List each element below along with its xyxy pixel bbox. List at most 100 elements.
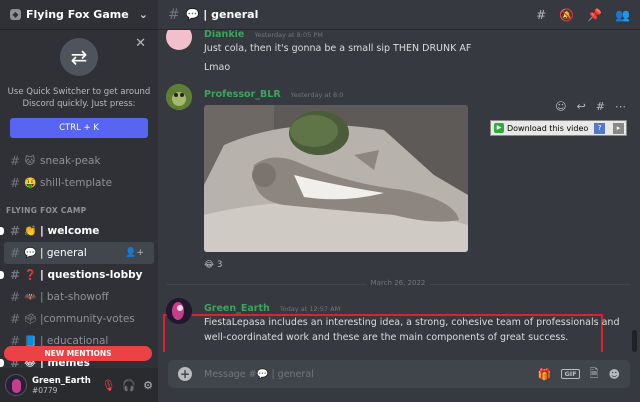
category-label: FLYING FOX CAMP	[6, 205, 87, 215]
channel-sidebar: ◆ Flying Fox Game ⌄ ✕ ⇄ Use Quick Switch…	[0, 0, 158, 402]
hash-icon: #	[10, 154, 21, 168]
laugh-emoji: 😂	[204, 260, 214, 270]
scrollbar[interactable]	[632, 330, 637, 352]
user-avatar-icon	[166, 298, 192, 324]
channel-emoji: ❓	[24, 269, 37, 281]
help-icon[interactable]: ?	[594, 122, 606, 134]
avatar[interactable]	[166, 298, 192, 324]
message-timestamp: Today at 12:57 AM	[279, 305, 341, 313]
message-text: Just cola, then it's gonna be a small si…	[204, 43, 472, 54]
server-name: Flying Fox Game	[26, 8, 129, 21]
user-tag: #0779	[32, 385, 58, 395]
channel-emoji: 👏	[24, 225, 37, 237]
message-text: Lmao	[204, 62, 231, 73]
hash-icon: #	[10, 176, 21, 190]
hash-icon: #	[168, 6, 180, 23]
hash-icon: #	[10, 312, 21, 326]
reaction-count: 3	[216, 260, 223, 270]
message-author[interactable]: Professor_BLR	[204, 89, 281, 100]
chat-area: # 💬 | general # 🔕 📌 👥 Diankie Yesterday …	[158, 0, 640, 402]
category-flying-fox-camp[interactable]: FLYING FOX CAMP	[0, 200, 158, 220]
channel-emoji: 🦇	[24, 291, 37, 303]
ballot-icon: 🗳	[24, 313, 37, 325]
unread-indicator	[0, 359, 4, 367]
message-timestamp: Yesterday at 8:0	[290, 91, 344, 99]
unread-indicator	[0, 227, 4, 235]
headphones-icon[interactable]: 🎧	[122, 379, 136, 392]
channel-shill-template[interactable]: # 🤑 shill-template	[0, 172, 158, 194]
channel-emoji: 🐱	[24, 155, 36, 167]
channel-label: shill-template	[40, 177, 113, 189]
avatar[interactable]	[166, 84, 192, 110]
message-text: FiestaLepasa includes an interesting ide…	[204, 317, 620, 343]
invite-user-icon[interactable]: 👤+	[125, 248, 144, 258]
channel-bat-showoff[interactable]: # 🦇 | bat-showoff	[0, 286, 158, 308]
channel-label: sneak-peak	[40, 155, 101, 167]
channel-general[interactable]: # 💬 | general 👤+	[4, 242, 154, 264]
channel-sneak-peak[interactable]: # 🐱 sneak-peak	[0, 150, 158, 172]
avatar[interactable]	[166, 30, 192, 50]
hash-icon: #	[10, 224, 21, 238]
quick-switcher-popup: ✕ ⇄ Use Quick Switcher to get around Dis…	[0, 30, 158, 154]
discord-window: ◆ Flying Fox Game ⌄ ✕ ⇄ Use Quick Switch…	[0, 0, 640, 402]
cat-video-attachment[interactable]	[204, 105, 468, 252]
reaction-badge[interactable]: 😂 3	[204, 260, 222, 270]
date-divider: March 26, 2022	[166, 279, 630, 287]
channel-emoji: 🤑	[24, 177, 37, 189]
server-icon: ◆	[10, 9, 21, 20]
hash-icon: #	[10, 268, 21, 282]
new-mentions-button[interactable]: NEW MENTIONS	[4, 346, 152, 361]
gif-button[interactable]: GIF	[561, 369, 580, 379]
date-divider-label: March 26, 2022	[366, 279, 430, 287]
username: Green_Earth	[32, 375, 91, 386]
download-label: Download this video	[507, 123, 589, 133]
channel-label: | bat-showoff	[40, 291, 109, 303]
gear-icon[interactable]: ⚙	[143, 379, 153, 392]
unread-indicator	[0, 271, 4, 279]
server-header[interactable]: ◆ Flying Fox Game ⌄	[0, 0, 158, 30]
close-icon[interactable]: ✕	[135, 36, 146, 51]
message-author[interactable]: Green_Earth	[204, 303, 270, 314]
message-item: Professor_BLR Yesterday at 8:0 😂 3	[166, 82, 630, 271]
members-icon[interactable]: 👥	[615, 8, 630, 22]
add-attachment-icon[interactable]: +	[178, 367, 192, 381]
message-timestamp: Yesterday at 8:05 PM	[254, 31, 323, 39]
microphone-muted-icon[interactable]: 🎙	[101, 379, 115, 392]
message-item: Diankie Yesterday at 8:05 PM Just cola, …	[166, 30, 630, 75]
avatar[interactable]	[5, 374, 27, 396]
chevron-down-icon[interactable]: ⌄	[139, 8, 148, 21]
cat-on-sofa-image	[204, 105, 468, 252]
message-placeholder: Message #💬 | general	[204, 368, 314, 380]
book-icon: 📘	[24, 335, 37, 347]
quick-switcher-text: Use Quick Switcher to get around Discord…	[7, 87, 151, 109]
channel-label: | questions-lobby	[40, 269, 143, 281]
message-author[interactable]: Diankie	[204, 30, 244, 40]
sticker-icon[interactable]: 🗎	[590, 365, 599, 384]
frog-avatar-icon	[166, 84, 192, 110]
message-list: Diankie Yesterday at 8:05 PM Just cola, …	[158, 30, 640, 352]
message-item: Green_Earth Today at 12:57 AM FiestaLepa…	[166, 296, 630, 345]
download-video-overlay[interactable]: ▶ Download this video ? ▸	[490, 120, 627, 136]
channel-label: |community-votes	[40, 313, 135, 325]
emoji-icon[interactable]: ☻	[609, 368, 620, 381]
message-input[interactable]: + Message #💬 | general 🎁 GIF 🗎 ☻	[168, 360, 630, 388]
quick-switcher-shortcut[interactable]: CTRL + K	[10, 118, 148, 138]
notification-bell-muted-icon[interactable]: 🔕	[559, 8, 574, 22]
play-icon: ▶	[494, 123, 504, 133]
switch-arrows-icon: ⇄	[60, 38, 98, 76]
channel-questions-lobby[interactable]: # ❓ | questions-lobby	[0, 264, 158, 286]
threads-icon[interactable]: #	[536, 8, 546, 22]
user-panel: Green_Earth #0779 🎙 🎧 ⚙	[0, 368, 158, 402]
channel-title: 💬 | general	[185, 8, 259, 21]
channel-list: # 🐱 sneak-peak # 🤑 shill-template FLYING…	[0, 150, 158, 374]
gift-icon[interactable]: 🎁	[538, 368, 552, 381]
channel-welcome[interactable]: # 👏 | welcome	[0, 220, 158, 242]
hash-icon: #	[10, 290, 21, 304]
channel-emoji: 💬	[24, 247, 37, 259]
channel-label: | welcome	[40, 225, 100, 237]
channel-label: | general	[40, 247, 87, 259]
channel-community-votes[interactable]: # 🗳 |community-votes	[0, 308, 158, 330]
close-icon[interactable]: ▸	[613, 122, 624, 134]
channel-header: # 💬 | general # 🔕 📌 👥	[158, 0, 640, 30]
pin-icon[interactable]: 📌	[587, 8, 602, 22]
